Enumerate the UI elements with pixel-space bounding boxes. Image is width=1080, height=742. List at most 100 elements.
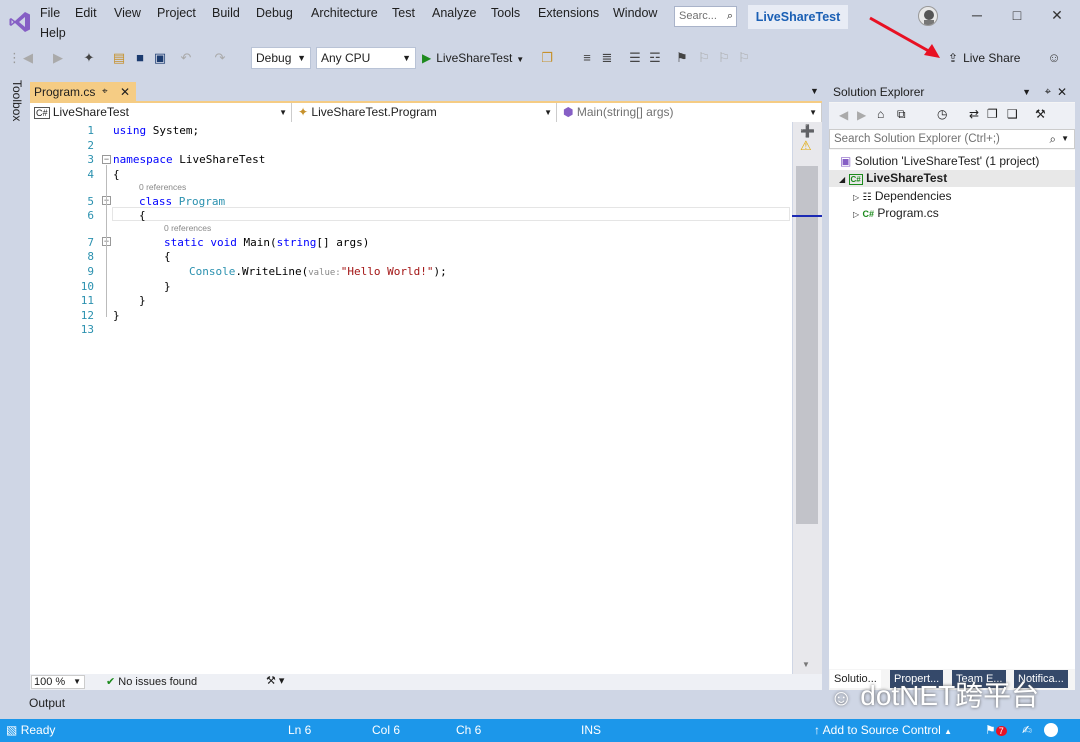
undo-icon[interactable]: ↶ bbox=[178, 49, 194, 67]
feedback-icon[interactable]: ☺ bbox=[1044, 49, 1064, 67]
code-line-10: } bbox=[164, 280, 171, 293]
config-select[interactable]: Debug ▼ bbox=[251, 47, 311, 69]
format-icon[interactable]: ≣ bbox=[598, 49, 616, 67]
tree-node-program-cs[interactable]: ▷ C# Program.cs bbox=[853, 205, 939, 222]
prev-bookmark-icon[interactable]: ⚐ bbox=[696, 49, 712, 67]
sync-icon[interactable]: ⇄ bbox=[969, 107, 979, 121]
menu-build[interactable]: Build bbox=[212, 6, 240, 20]
switch-views-icon[interactable]: ⧉ bbox=[897, 107, 906, 122]
class-nav-select[interactable]: ✦ LiveShareTest.Program ▼ bbox=[295, 103, 557, 122]
codelens-references[interactable]: 0 references bbox=[139, 182, 186, 192]
notifications-button[interactable]: ⚑ 7 bbox=[985, 723, 1007, 737]
feedback-icon[interactable]: ✍ bbox=[1022, 723, 1032, 737]
forward-icon[interactable]: ▶ bbox=[857, 108, 866, 122]
code-cleanup-icon[interactable]: ⚒ ▾ bbox=[266, 674, 284, 687]
menu-debug[interactable]: Debug bbox=[256, 6, 293, 20]
check-circle-icon: ✔ bbox=[106, 676, 116, 688]
comment-icon[interactable]: ☰ bbox=[626, 49, 644, 67]
minimize-button[interactable]: ─ bbox=[962, 4, 992, 26]
zoom-select[interactable]: 100 % ▼ bbox=[31, 675, 85, 689]
menu-architecture[interactable]: Architecture bbox=[311, 6, 378, 20]
forward-icon[interactable]: ▶ bbox=[50, 49, 66, 67]
open-file-icon[interactable]: ▤ bbox=[110, 49, 128, 67]
share-icon: ⇪ bbox=[948, 51, 959, 65]
menu-window[interactable]: Window bbox=[613, 6, 657, 20]
chevron-down-icon: ▼ bbox=[297, 53, 306, 63]
scrollbar-thumb[interactable] bbox=[796, 166, 818, 524]
start-debugging-button[interactable]: ▶ LiveShareTest ▼ bbox=[422, 47, 524, 69]
close-window-button[interactable]: ✕ bbox=[1042, 4, 1072, 26]
tree-node-dependencies[interactable]: ▷ ☷ Dependencies bbox=[853, 188, 952, 205]
status-char[interactable]: Ch 6 bbox=[456, 723, 481, 737]
status-line[interactable]: Ln 6 bbox=[288, 723, 311, 737]
platform-select[interactable]: Any CPU ▼ bbox=[316, 47, 416, 69]
bell-icon: ⚑ bbox=[985, 723, 996, 737]
fold-collapse-icon[interactable]: − bbox=[102, 155, 111, 164]
search-input[interactable]: Searc... ⌕ bbox=[674, 6, 737, 27]
tree-node-solution[interactable]: ▣ Solution 'LiveShareTest' (1 project) bbox=[840, 153, 1039, 170]
menu-extensions[interactable]: Extensions bbox=[538, 6, 599, 20]
code-line-3: namespace LiveShareTest bbox=[113, 153, 266, 166]
solution-explorer-title: Solution Explorer ▼ ⌖ ✕ bbox=[829, 82, 1075, 102]
codelens-references[interactable]: 0 references bbox=[164, 223, 211, 233]
chevron-down-icon[interactable]: ▼ bbox=[1061, 130, 1069, 148]
pin-icon[interactable]: ⌖ bbox=[1045, 82, 1051, 102]
chevron-down-icon[interactable]: ▼ bbox=[1022, 82, 1031, 102]
menu-project[interactable]: Project bbox=[157, 6, 196, 20]
project-title: LiveShareTest bbox=[748, 5, 848, 29]
save-icon[interactable]: ■ bbox=[132, 49, 148, 67]
chevron-down-icon: ▼ bbox=[402, 53, 411, 63]
status-column[interactable]: Col 6 bbox=[372, 723, 400, 737]
solution-explorer-toolbar: ◀ ▶ ⌂ ⧉ ◷ ⇄ ❐ ❑ ⚒ bbox=[829, 103, 1075, 129]
back-icon[interactable]: ◀ bbox=[839, 108, 848, 122]
solution-search-input[interactable]: Search Solution Explorer (Ctrl+;) ⌕ ▼ bbox=[829, 129, 1075, 149]
maximize-button[interactable]: □ bbox=[1002, 4, 1032, 26]
pending-changes-icon[interactable]: ◷ bbox=[937, 107, 947, 121]
save-all-icon[interactable]: ▣ bbox=[152, 49, 168, 67]
add-to-source-control-button[interactable]: ↑ Add to Source Control ▲ bbox=[814, 723, 952, 737]
collapse-all-icon[interactable]: ❐ bbox=[987, 107, 998, 121]
menu-help[interactable]: Help bbox=[40, 26, 66, 40]
menu-tools[interactable]: Tools bbox=[491, 6, 520, 20]
tab-program-cs[interactable]: Program.cs ⌖ ✕ bbox=[30, 82, 136, 102]
chevron-down-icon: ▼ bbox=[516, 55, 525, 64]
close-tab-icon[interactable]: ✕ bbox=[120, 82, 130, 102]
next-bookmark-icon[interactable]: ⚐ bbox=[716, 49, 732, 67]
output-tab[interactable]: Output bbox=[29, 696, 65, 710]
menu-view[interactable]: View bbox=[114, 6, 141, 20]
bookmark-icon[interactable]: ⚑ bbox=[674, 49, 690, 67]
split-icon[interactable]: ➕ bbox=[800, 124, 815, 138]
menu-analyze[interactable]: Analyze bbox=[432, 6, 476, 20]
toolbox-tab[interactable]: Toolbox bbox=[4, 80, 24, 130]
class-icon: ✦ bbox=[298, 105, 309, 119]
tree-node-project[interactable]: ◢ C# LiveShareTest bbox=[829, 170, 1075, 187]
close-icon[interactable]: ✕ bbox=[1057, 82, 1067, 102]
live-share-button[interactable]: ⇪ Live Share bbox=[948, 47, 1020, 69]
member-nav-select[interactable]: ⬢ Main(string[] args) ▼ bbox=[560, 103, 822, 122]
pin-icon[interactable]: ⌖ bbox=[102, 82, 108, 102]
redo-icon[interactable]: ↷ bbox=[212, 49, 228, 67]
uncomment-icon[interactable]: ☲ bbox=[646, 49, 664, 67]
browser-link-icon[interactable]: ❐ bbox=[538, 49, 556, 67]
new-project-icon[interactable]: ✦ bbox=[80, 49, 98, 67]
line-number: 12 bbox=[80, 309, 94, 322]
status-insert-mode[interactable]: INS bbox=[581, 723, 601, 737]
back-icon[interactable]: ◀ bbox=[20, 49, 36, 67]
tab-overflow-icon[interactable]: ▼ bbox=[810, 86, 819, 96]
properties-wrench-icon[interactable]: ⚒ bbox=[1035, 107, 1046, 121]
show-all-files-icon[interactable]: ❑ bbox=[1007, 107, 1018, 121]
issues-indicator[interactable]: ✔ No issues found bbox=[106, 675, 197, 689]
menu-test[interactable]: Test bbox=[392, 6, 415, 20]
line-number: 3 bbox=[87, 153, 94, 166]
scroll-down-icon[interactable]: ▼ bbox=[802, 660, 810, 669]
home-icon[interactable]: ⌂ bbox=[877, 107, 884, 121]
chevron-up-icon: ▲ bbox=[944, 727, 953, 736]
line-number: 5 bbox=[87, 195, 94, 208]
code-line-4: { bbox=[113, 168, 120, 181]
menu-edit[interactable]: Edit bbox=[75, 6, 97, 20]
project-nav-select[interactable]: C# LiveShareTest ▼ bbox=[31, 103, 292, 122]
line-number: 7 bbox=[87, 236, 94, 249]
step-icon[interactable]: ≡ bbox=[578, 49, 596, 67]
clear-bookmarks-icon[interactable]: ⚐ bbox=[736, 49, 752, 67]
menu-file[interactable]: File bbox=[40, 6, 60, 20]
